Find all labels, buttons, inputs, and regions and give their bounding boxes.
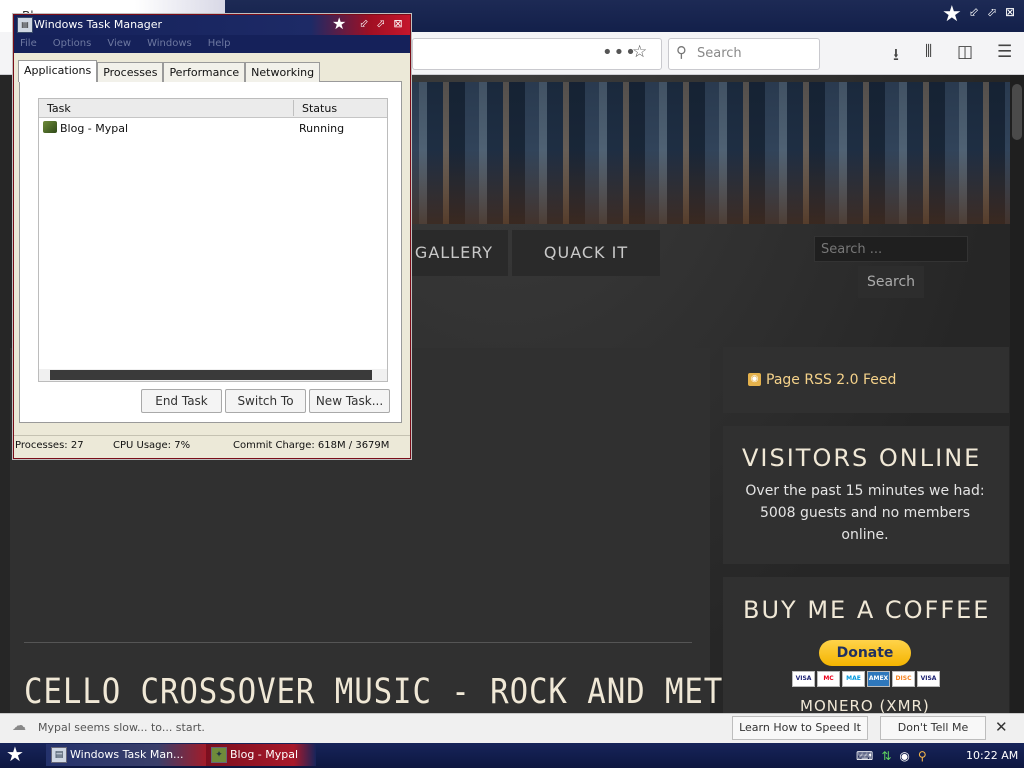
taskbar-item-task-manager[interactable]: ▤ Windows Task Man... bbox=[46, 744, 206, 766]
task-manager-icon: ▤ bbox=[17, 17, 33, 33]
tab-applications[interactable]: Applications bbox=[18, 60, 98, 82]
tab-processes[interactable]: Processes bbox=[97, 62, 164, 82]
network-icon[interactable]: ⇅ bbox=[881, 749, 891, 763]
rss-icon: ◉ bbox=[748, 373, 761, 386]
taskbar-item-label: Windows Task Man... bbox=[70, 748, 184, 761]
notification-close-icon[interactable]: ✕ bbox=[995, 718, 1008, 736]
status-cpu-usage: CPU Usage: 7% bbox=[113, 440, 191, 451]
download-icon[interactable]: ⭳ bbox=[893, 42, 899, 71]
taskbar-item-label: Blog - Mypal bbox=[230, 748, 299, 761]
menu-view[interactable]: View bbox=[107, 35, 131, 53]
mastercard-icon: MC bbox=[817, 671, 840, 687]
donate-button[interactable]: Donate bbox=[819, 640, 911, 666]
list-scroll-thumb[interactable] bbox=[50, 370, 372, 380]
star-icon: ★ bbox=[332, 14, 347, 33]
mypal-icon bbox=[43, 121, 57, 133]
mypal-icon: ✦ bbox=[211, 747, 227, 763]
menu-icon[interactable]: ☰ bbox=[997, 42, 1012, 62]
close-icon[interactable]: ⊠ bbox=[1002, 4, 1018, 20]
site-search-input[interactable]: Search ... bbox=[814, 236, 968, 262]
turtle-icon: ☁ bbox=[12, 718, 26, 734]
list-item-task[interactable]: Blog - Mypal bbox=[60, 122, 128, 135]
task-manager-tabs: Applications Processes Performance Netwo… bbox=[18, 60, 321, 82]
visitors-title: VISITORS ONLINE bbox=[742, 444, 982, 472]
minimize-icon[interactable]: ⬃ bbox=[357, 17, 371, 31]
maximize-icon[interactable]: ⬀ bbox=[984, 4, 1000, 20]
amex-card-icon: AMEX bbox=[867, 671, 890, 687]
star-icon: ★ bbox=[942, 2, 962, 27]
taskbar-item-blog[interactable]: ✦ Blog - Mypal bbox=[206, 744, 316, 766]
column-header-task[interactable]: Task bbox=[47, 102, 71, 115]
applications-list[interactable] bbox=[38, 98, 388, 382]
maximize-icon[interactable]: ⬀ bbox=[374, 17, 388, 31]
rss-link[interactable]: Page RSS 2.0 Feed bbox=[766, 372, 896, 388]
sidebar-icon[interactable]: ◫ bbox=[957, 42, 973, 62]
column-header-status[interactable]: Status bbox=[302, 102, 337, 115]
coffee-title: BUY ME A COFFEE bbox=[743, 596, 991, 624]
maestro-card-icon: MAE bbox=[842, 671, 865, 687]
browser-search-input[interactable] bbox=[668, 38, 820, 70]
discover-card-icon: DISC bbox=[892, 671, 915, 687]
nav-item-gallery[interactable]: GALLERY bbox=[400, 230, 508, 276]
column-divider[interactable] bbox=[293, 100, 294, 116]
menu-options[interactable]: Options bbox=[53, 35, 92, 53]
post-title[interactable]: CELLO CROSSOVER MUSIC - ROCK AND METAL bbox=[24, 672, 762, 712]
tab-networking[interactable]: Networking bbox=[245, 62, 321, 82]
close-icon[interactable]: ⊠ bbox=[391, 17, 405, 31]
dont-tell-me-again-button[interactable]: Don't Tell Me Again bbox=[880, 716, 986, 756]
menu-windows[interactable]: Windows bbox=[147, 35, 192, 53]
visa-card-icon: VISA bbox=[792, 671, 815, 687]
new-task-button[interactable]: New Task... bbox=[309, 389, 390, 413]
payment-cards: VISA MC MAE AMEX DISC VISA bbox=[792, 671, 940, 687]
list-item-status: Running bbox=[299, 122, 345, 135]
browser-search-placeholder: Search bbox=[697, 46, 742, 61]
search-icon: ⚲ bbox=[676, 43, 687, 61]
speed-it-up-button[interactable]: Learn How to Speed It Up bbox=[732, 716, 868, 756]
menu-help[interactable]: Help bbox=[208, 35, 231, 53]
menu-file[interactable]: File bbox=[20, 35, 37, 53]
status-commit-charge: Commit Charge: 618M / 3679M bbox=[233, 440, 390, 451]
minimize-icon[interactable]: ⬃ bbox=[966, 4, 982, 20]
end-task-button[interactable]: End Task bbox=[141, 389, 222, 413]
nav-item-quack-it[interactable]: QUACK IT bbox=[512, 230, 660, 276]
start-button[interactable]: ★ bbox=[6, 742, 24, 766]
content-divider bbox=[24, 642, 692, 643]
header-image-overlay bbox=[405, 150, 1010, 224]
task-manager-title: Windows Task Manager bbox=[34, 18, 163, 31]
keyboard-icon[interactable]: ⌨ bbox=[856, 749, 873, 763]
status-processes: Processes: 27 bbox=[15, 440, 84, 451]
library-icon[interactable]: ⫴ bbox=[925, 42, 932, 62]
system-tray: ⌨ ⇅ ◉ ⚲ bbox=[856, 743, 927, 768]
page-scroll-thumb[interactable] bbox=[1012, 84, 1022, 140]
task-manager-icon: ▤ bbox=[51, 747, 67, 763]
search-icon[interactable]: ⚲ bbox=[918, 749, 927, 763]
visa-electron-card-icon: VISA bbox=[917, 671, 940, 687]
browser-window-controls: ⬃ ⬀ ⊠ bbox=[966, 4, 1018, 20]
site-search-button[interactable]: Search bbox=[858, 266, 924, 298]
switch-to-button[interactable]: Switch To bbox=[225, 389, 306, 413]
task-manager-window-controls: ⬃ ⬀ ⊠ bbox=[357, 17, 405, 31]
clock[interactable]: 10:22 AM bbox=[966, 749, 1018, 762]
visitors-text: Over the past 15 minutes we had: 5008 gu… bbox=[745, 483, 985, 543]
tab-performance[interactable]: Performance bbox=[163, 62, 246, 82]
task-manager-menubar: File Options View Windows Help bbox=[14, 35, 410, 53]
page-scrollbar[interactable] bbox=[1010, 75, 1024, 715]
bookmark-star-icon[interactable]: ☆ bbox=[632, 42, 647, 62]
notification-text: Mypal seems slow... to... start. bbox=[38, 721, 205, 734]
volume-icon[interactable]: ◉ bbox=[899, 749, 909, 763]
